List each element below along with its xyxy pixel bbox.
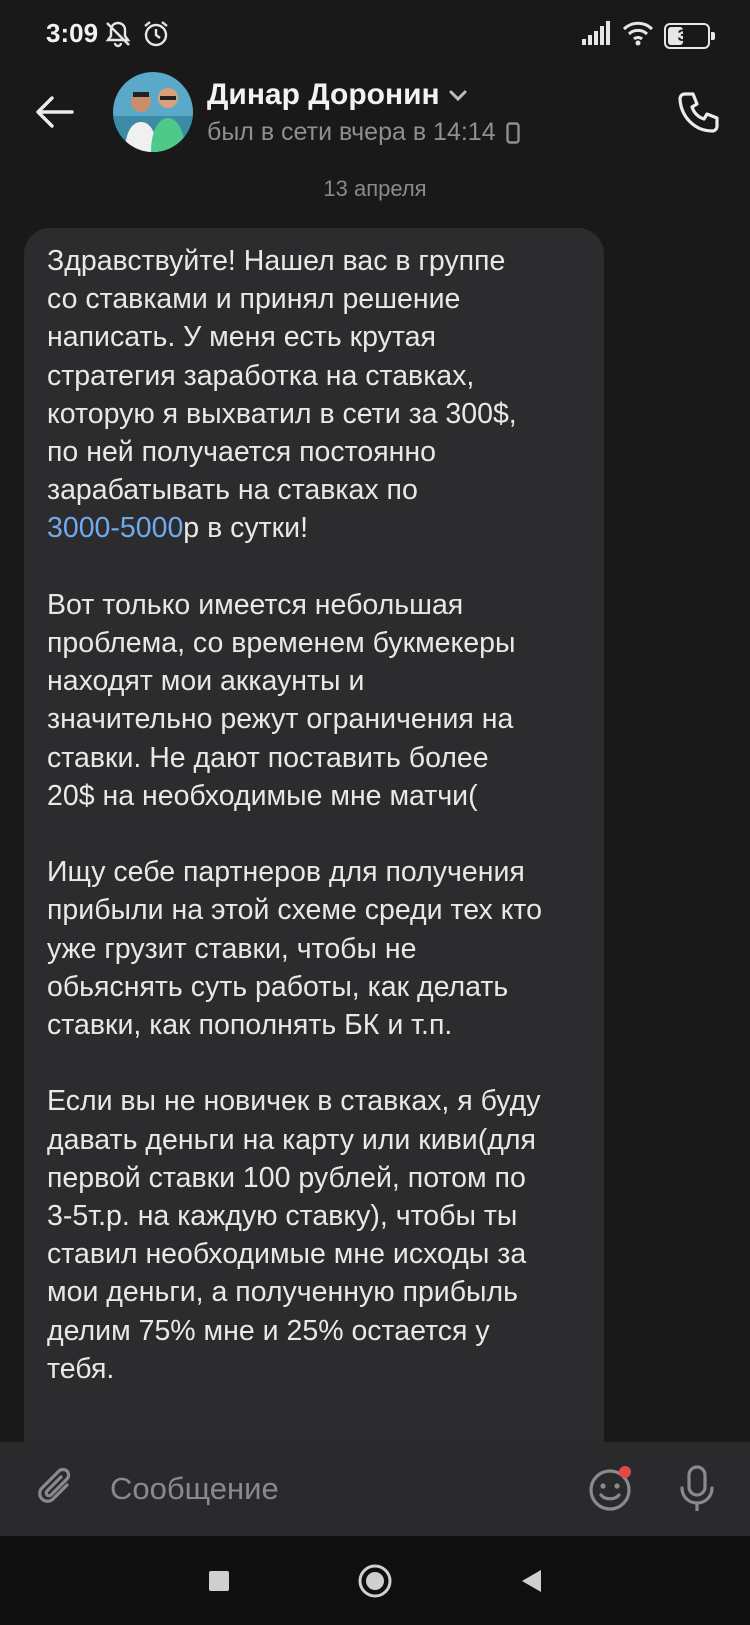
message-line: давать деньги на карту или киви(для [47, 1123, 536, 1156]
message-line: Если вы не новичек в ставках, я буду [47, 1085, 541, 1118]
message-line: стратегия заработка на ставках, [47, 359, 475, 392]
microphone-icon [680, 1465, 714, 1511]
message-paragraph: Если вы не новичек в ставках, я буду дав… [47, 1082, 582, 1388]
chat-header: Динар Доронин был в сети вчера в 14:14 [0, 66, 750, 176]
message-line: мои деньги, а полученную прибыль [47, 1276, 519, 1309]
message-line: прибыли на этой схеме среди тех кто [47, 894, 543, 927]
message-line: обьяснять суть работы, как делать [47, 970, 509, 1003]
message-line-with-link: 3000-5000р в сутки! [47, 509, 582, 547]
contact-name-text: Динар Доронин [207, 78, 440, 111]
message-line: Ищу себе партнеров для получения [47, 856, 525, 889]
message-line: уже грузит ставки, чтобы не [47, 932, 417, 965]
battery-level: 39 [677, 25, 697, 45]
message-line: находят мои аккаунты и [47, 665, 365, 698]
recents-square-icon [209, 1571, 229, 1591]
attach-button[interactable] [32, 1464, 82, 1514]
message-line: по ней получается постоянно [47, 436, 436, 469]
back-arrow-icon [36, 96, 74, 128]
nav-back-button[interactable] [508, 1558, 554, 1604]
recents-button[interactable] [196, 1558, 242, 1604]
battery-tip [711, 31, 715, 40]
back-button[interactable] [28, 86, 80, 138]
phone-number-link[interactable]: 3000-5000 [47, 512, 183, 544]
message-paragraph: Ищу себе партнеров для получения прибыли… [47, 853, 582, 1044]
message-bubble[interactable]: Здравствуйте! Нашел вас в группе со став… [24, 228, 604, 1448]
status-left-icons [104, 20, 170, 53]
back-triangle-icon [522, 1570, 541, 1592]
message-line: 3-5т.р. на каждую ставку), чтобы ты [47, 1200, 518, 1233]
microphone-button[interactable] [672, 1462, 722, 1516]
message-line: написать. У меня есть крутая [47, 321, 436, 354]
chevron-down-icon [449, 90, 467, 102]
message-line: зарабатывать на ставках по [47, 474, 418, 507]
wifi-icon [622, 20, 654, 51]
date-separator: 13 апреля [323, 176, 427, 201]
message-line: тебя. [47, 1352, 115, 1385]
message-line: первой ставки 100 рублей, потом по [47, 1161, 526, 1194]
paperclip-icon [38, 1467, 71, 1503]
message-input[interactable] [110, 1464, 550, 1514]
message-paragraph: Здравствуйте! Нашел вас в группе со став… [47, 242, 582, 548]
call-button[interactable] [672, 86, 726, 140]
message-line: ставки. Не дают поставить более [47, 741, 489, 774]
message-line: делим 75% мне и 25% остается у [47, 1314, 490, 1347]
message-line: значительно режут ограничения на [47, 703, 514, 736]
battery-icon: 39 [664, 22, 715, 49]
home-button[interactable] [352, 1558, 398, 1604]
signal-icon [582, 21, 612, 50]
message-line: проблема, со временем букмекеры [47, 627, 516, 660]
message-line: которую я выхватил в сети за 300$, [47, 397, 517, 430]
notification-dot [619, 1466, 631, 1478]
message-composer [0, 1442, 750, 1536]
home-circle-icon [358, 1564, 392, 1598]
message-line: со ставками и принял решение [47, 283, 461, 316]
contact-name[interactable]: Динар Доронин [207, 78, 468, 112]
message-line: ставки, как пополнять БК и т.п. [47, 1009, 453, 1042]
mobile-device-icon [505, 121, 520, 144]
message-line: Вот только имеется небольшая [47, 588, 464, 621]
status-bar: 3:09 39 [0, 0, 750, 66]
emoji-button[interactable] [585, 1464, 635, 1514]
message-line: ставил необходимые мне исходы за [47, 1238, 527, 1271]
avatar[interactable] [113, 72, 193, 152]
status-right-icons: 39 [582, 20, 715, 51]
message-line: 20$ на необходимые мне матчи( [47, 779, 478, 812]
message-line-rest: р в сутки! [183, 512, 308, 545]
contact-status: был в сети вчера в 14:14 [207, 118, 520, 147]
status-time: 3:09 [46, 18, 99, 48]
message-paragraph: Вот только имеется небольшая проблема, с… [47, 586, 582, 815]
phone-icon [678, 92, 719, 133]
last-seen-text: был в сети вчера в 14:14 [207, 118, 496, 146]
system-nav-bar [0, 1536, 750, 1625]
alarm-icon [142, 20, 170, 53]
message-line: Здравствуйте! Нашел вас в группе [47, 245, 506, 277]
mute-icon [104, 20, 132, 53]
